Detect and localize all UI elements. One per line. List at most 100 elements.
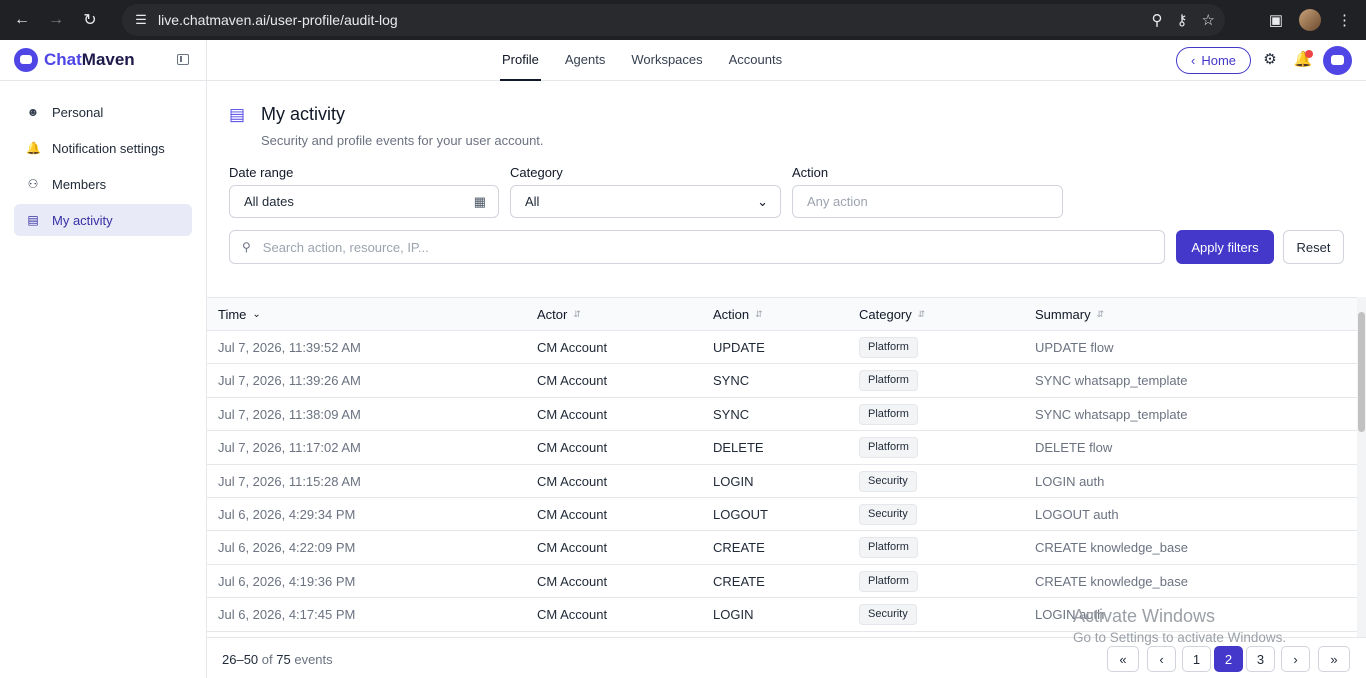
table-row[interactable]: Jul 6, 2026, 4:29:34 PM CM Account LOGOUT S… (207, 498, 1357, 532)
cell-action: LOGIN (713, 607, 754, 623)
cell-summary: CREATE knowledge_base (1035, 573, 1188, 589)
category-badge: Security (859, 470, 917, 492)
home-button[interactable]: ‹ Home (1176, 47, 1251, 74)
address-bar[interactable]: ☰ live.chatmaven.ai/user-profile/audit-l… (122, 4, 1225, 36)
action-input[interactable]: Any action (792, 185, 1063, 218)
prev-page-button[interactable]: ‹ (1147, 646, 1176, 672)
last-page-button[interactable]: » (1318, 646, 1350, 672)
event-unit: events (294, 652, 333, 667)
sidebar-item-label: Personal (52, 104, 104, 120)
browser-toolbar: ← → ↻ ☰ live.chatmaven.ai/user-profile/a… (0, 0, 1366, 40)
page-3-button[interactable]: 3 (1246, 646, 1275, 672)
scrollbar-thumb[interactable] (1358, 312, 1365, 432)
column-header-action[interactable]: Action ⇵ (713, 307, 763, 322)
url-text[interactable]: live.chatmaven.ai/user-profile/audit-log (158, 12, 398, 28)
browser-profile-avatar[interactable] (1299, 9, 1321, 31)
table-scrollbar[interactable] (1357, 297, 1366, 637)
site-settings-icon[interactable]: ☰ (130, 12, 152, 28)
tab-accounts[interactable]: Accounts (727, 40, 784, 81)
clipboard-icon: ▤ (27, 213, 39, 227)
table-row[interactable]: Jul 7, 2026, 11:39:52 AM CM Account UPDATE… (207, 331, 1357, 365)
column-header-label: Action (713, 307, 750, 322)
cell-summary: LOGIN auth (1035, 607, 1105, 623)
table-footer: 26–50 of 75 events « ‹ 1 2 3 › » (207, 637, 1366, 678)
calendar-icon: ▦ (473, 194, 486, 209)
sort-icon: ⇵ (917, 309, 926, 319)
date-range-label: Date range (229, 165, 294, 180)
cell-summary: UPDATE flow (1035, 340, 1114, 355)
table-row[interactable]: Jul 7, 2026, 11:39:26 AM CM Account SYNC Pl… (207, 364, 1357, 398)
table-row[interactable]: Jul 6, 2026, 4:19:36 PM CM Account CREATE P… (207, 565, 1357, 599)
reload-icon[interactable]: ↻ (78, 8, 102, 32)
zoom-icon[interactable]: ⚲ (1152, 11, 1163, 29)
cell-time: Jul 7, 2026, 11:17:02 AM (218, 440, 361, 456)
logo-chat-icon (14, 48, 38, 72)
sidebar-item-members[interactable]: ⚇ Members (14, 168, 192, 200)
cell-time: Jul 7, 2026, 11:39:52 AM (218, 340, 361, 355)
avatar[interactable] (1323, 46, 1352, 75)
top-tabs: Profile Agents Workspaces Accounts (500, 40, 784, 81)
browser-menu-icon[interactable]: ⋮ (1337, 11, 1352, 29)
search-input[interactable]: ⚲ Search action, resource, IP... (229, 230, 1165, 264)
tab-agents[interactable]: Agents (563, 40, 607, 81)
header-divider (206, 40, 207, 81)
column-header-time[interactable]: Time ⌄ (218, 307, 261, 322)
category-badge: Platform (859, 437, 918, 459)
table-header: Time ⌄ Actor ⇵ Action ⇵ Category ⇵ Summary ⇵ (207, 297, 1357, 331)
password-key-icon[interactable]: ⚷ (1177, 11, 1188, 29)
date-range-picker[interactable]: All dates ▦ (229, 185, 499, 218)
sidebar-item-my-activity[interactable]: ▤ My activity (14, 204, 192, 236)
category-badge: Platform (859, 337, 918, 358)
chevron-left-icon: ‹ (1190, 53, 1196, 68)
cell-time: Jul 6, 2026, 4:19:36 PM (218, 573, 356, 589)
forward-icon[interactable]: → (44, 8, 68, 32)
table-row[interactable]: Jul 6, 2026, 4:17:45 PM CM Account LOGIN Se… (207, 598, 1357, 632)
sidebar-item-label: Members (52, 176, 107, 192)
bookmark-star-icon[interactable]: ☆ (1202, 11, 1215, 29)
cell-actor: CM Account (537, 507, 608, 522)
gear-icon[interactable]: ⚙ (1260, 50, 1280, 70)
back-icon[interactable]: ← (10, 8, 34, 32)
tab-workspaces[interactable]: Workspaces (629, 40, 704, 81)
first-page-button[interactable]: « (1107, 646, 1139, 672)
cell-time: Jul 6, 2026, 4:29:34 PM (218, 507, 356, 522)
sidebar-item-notification-settings[interactable]: 🔔 Notification settings (14, 132, 192, 164)
cell-action: CREATE (713, 573, 765, 589)
category-badge: Security (859, 604, 917, 626)
apply-filters-button[interactable]: Apply filters (1176, 230, 1274, 264)
table-row[interactable]: Jul 7, 2026, 11:15:28 AM CM Account LOGIN S… (207, 465, 1357, 498)
chevron-down-icon: ⌄ (252, 309, 261, 320)
column-header-summary[interactable]: Summary ⇵ (1035, 307, 1104, 322)
table-row[interactable]: Jul 7, 2026, 11:17:02 AM CM Account DELETE… (207, 431, 1357, 465)
cell-actor: CM Account (537, 573, 608, 589)
activity-table: Time ⌄ Actor ⇵ Action ⇵ Category ⇵ Summary ⇵ … (207, 297, 1357, 637)
logo[interactable]: ChatMaven (14, 48, 135, 72)
cell-summary: CREATE knowledge_base (1035, 540, 1188, 556)
sidebar-item-personal[interactable]: ☻ Personal (14, 96, 192, 128)
action-label: Action (792, 165, 829, 180)
action-input-placeholder: Any action (807, 194, 868, 209)
extensions-icon[interactable]: ▣ (1269, 11, 1283, 29)
tab-profile[interactable]: Profile (500, 40, 541, 81)
event-total: 75 (276, 652, 291, 667)
column-header-actor[interactable]: Actor ⇵ (537, 307, 581, 322)
cell-actor: CM Account (537, 340, 608, 355)
page-2-button[interactable]: 2 (1214, 646, 1243, 672)
cell-time: Jul 6, 2026, 4:17:45 PM (218, 607, 356, 623)
table-row[interactable]: Jul 6, 2026, 4:22:09 PM CM Account CREATE P… (207, 531, 1357, 565)
next-page-button[interactable]: › (1281, 646, 1310, 672)
category-label: Category (510, 165, 563, 180)
sidebar-collapse-icon[interactable] (177, 54, 189, 65)
sidebar-item-label: My activity (52, 212, 113, 228)
column-header-label: Actor (537, 307, 568, 322)
category-select[interactable]: All ⌄ (510, 185, 781, 218)
column-header-category[interactable]: Category ⇵ (859, 307, 925, 322)
brand-second: Maven (81, 50, 135, 69)
notification-dot (1305, 50, 1313, 58)
page-1-button[interactable]: 1 (1182, 646, 1211, 672)
table-row[interactable]: Jul 7, 2026, 11:38:09 AM CM Account SYNC Pl… (207, 398, 1357, 432)
home-button-label: Home (1201, 53, 1237, 68)
reset-button[interactable]: Reset (1283, 230, 1344, 264)
bell-icon: 🔔 (26, 141, 41, 155)
cell-actor: CM Account (537, 406, 608, 422)
